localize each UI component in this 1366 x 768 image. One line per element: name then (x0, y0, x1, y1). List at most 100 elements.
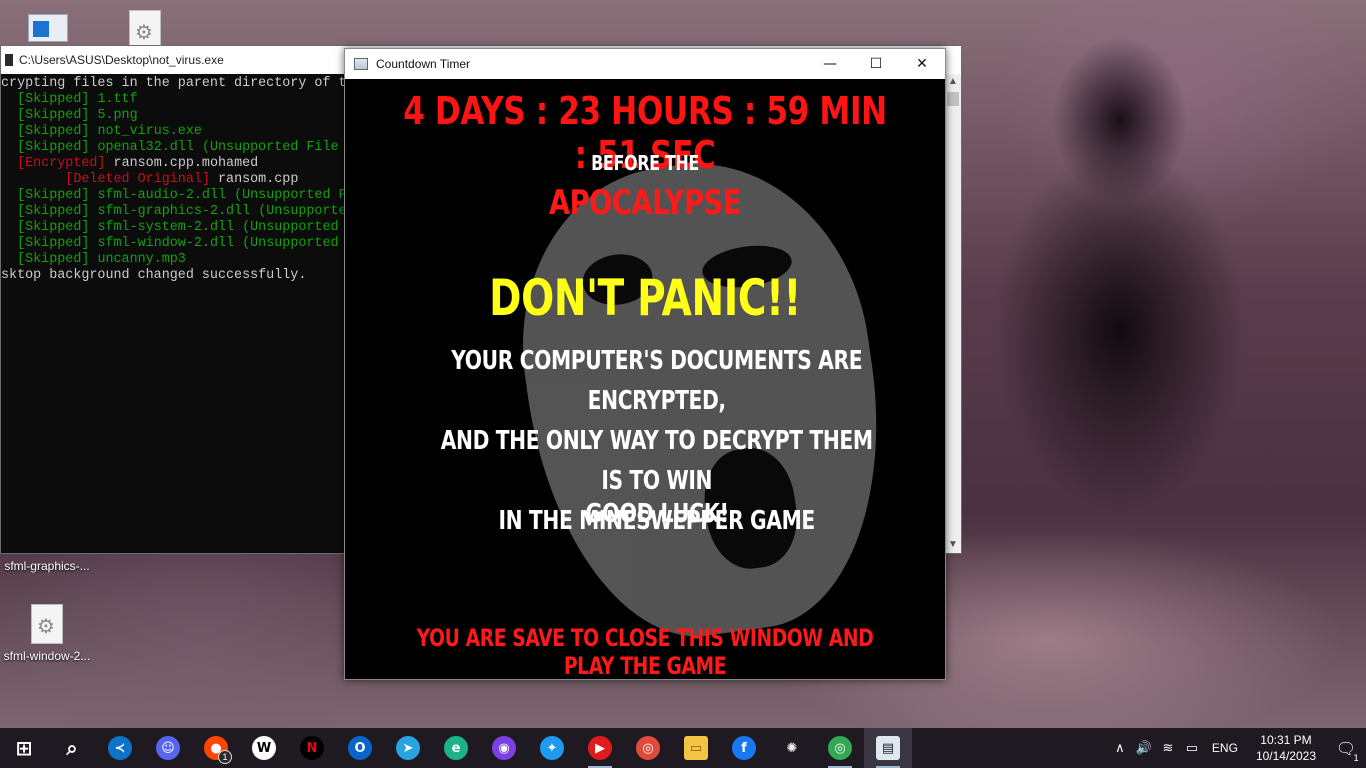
console-filename: sfml-window-2.dll (97, 236, 235, 251)
language-indicator[interactable]: ENG (1204, 741, 1246, 755)
good-luck-text: GOOD LUCK! (585, 499, 729, 529)
taskbar-button-telegram[interactable]: ➤ (384, 728, 432, 768)
battery-icon[interactable]: ▭ (1180, 741, 1204, 756)
countdown-title: Countdown Timer (376, 57, 471, 71)
discord-icon: ☺ (156, 736, 180, 760)
outlook-icon: O (348, 736, 372, 760)
ransom-message-line: AND THE ONLY WAY TO DECRYPT THEM IS TO W… (440, 426, 873, 496)
chrome-profile-icon: ◎ (828, 736, 852, 760)
console-status-tag: [Skipped] (17, 236, 90, 251)
desktop-icon-dll-top[interactable] (95, 10, 195, 50)
notification-badge: 1 (218, 750, 232, 764)
console-status-tag: [Skipped] (17, 204, 90, 219)
console-filename: sktop background changed successfully. (1, 268, 307, 283)
chatgpt-icon: ✺ (786, 740, 798, 756)
minimize-button[interactable]: — (807, 49, 853, 79)
before-the-text: BEFORE THE (591, 151, 699, 175)
console-status-tag: [Encrypted] (17, 156, 106, 171)
clock[interactable]: 10:31 PM 10/14/2023 (1246, 732, 1326, 764)
scrollbar-thumb[interactable] (947, 92, 959, 106)
dont-panic-heading: DON'T PANIC!! (489, 269, 801, 327)
countdown-timer-icon: ▤ (876, 736, 900, 760)
taskbar-button-countdown-timer[interactable]: ▤ (864, 728, 912, 768)
scroll-up-icon[interactable]: ▲ (945, 74, 961, 90)
desktop-icon-label: sfml-window-2... (3, 649, 91, 663)
taskbar-button-edge[interactable]: e (432, 728, 480, 768)
console-note: (Unsupporte (258, 204, 347, 219)
wiki-icon: W (252, 736, 276, 760)
maximize-button[interactable]: ☐ (853, 49, 899, 79)
taskbar-button-chatgpt[interactable]: ✺ (768, 728, 816, 768)
console-indent (1, 220, 17, 235)
taskbar-button-podcast[interactable]: ◉ (480, 728, 528, 768)
console-status-tag: [Skipped] (17, 140, 90, 155)
telegram-icon: ➤ (396, 736, 420, 760)
console-filename: 5.png (97, 108, 138, 123)
close-button[interactable]: ✕ (899, 49, 945, 79)
console-app-icon (5, 54, 13, 66)
taskbar-button-start[interactable]: ⊞ (0, 728, 48, 768)
taskbar-button-youtube[interactable]: ▶ (576, 728, 624, 768)
console-status-tag: [Skipped] (17, 188, 90, 203)
console-indent (1, 204, 17, 219)
console-note: (Unsupported (242, 236, 339, 251)
console-filename: openal32.dll (97, 140, 194, 155)
console-indent (1, 124, 17, 139)
twitter-icon: ✦ (540, 736, 564, 760)
volume-icon[interactable]: 🔊 (1132, 741, 1156, 756)
close-icon: ✕ (916, 56, 928, 72)
search-icon: ⌕ (66, 736, 78, 760)
console-indent (1, 92, 17, 107)
desktop-icon-sfml-window[interactable]: sfml-window-2... (0, 604, 97, 663)
taskbar-button-file-explorer[interactable]: ▭ (672, 728, 720, 768)
ransom-message-line: YOUR COMPUTER'S DOCUMENTS ARE ENCRYPTED, (451, 346, 863, 416)
console-filename: ransom.cpp (218, 172, 299, 187)
console-filename: 1.ttf (97, 92, 138, 107)
taskbar-button-wiki[interactable]: W (240, 728, 288, 768)
start-icon: ⊞ (15, 736, 33, 760)
console-indent (1, 252, 17, 267)
notification-center-button[interactable]: 🗨 1 (1326, 739, 1366, 764)
taskbar-button-netflix[interactable]: N (288, 728, 336, 768)
console-note: (Unsupported File (201, 140, 339, 155)
console-status-tag: [Skipped] (17, 108, 90, 123)
settings-file-icon (129, 10, 161, 50)
countdown-titlebar[interactable]: Countdown Timer — ☐ ✕ (345, 49, 945, 79)
console-indent (1, 156, 17, 171)
console-indent (1, 188, 17, 203)
settings-file-icon (31, 604, 63, 644)
notification-count: 1 (1353, 753, 1359, 764)
console-status-tag: [Skipped] (17, 252, 90, 267)
countdown-window[interactable]: Countdown Timer — ☐ ✕ 4 DAYS : 23 HOURS … (344, 48, 946, 680)
network-icon[interactable]: ≋ (1156, 741, 1180, 756)
taskbar-button-chrome[interactable]: ◎ (624, 728, 672, 768)
console-title: C:\Users\ASUS\Desktop\not_virus.exe (19, 53, 224, 67)
console-indent (1, 108, 17, 123)
console-indent (1, 172, 65, 187)
console-filename: sfml-system-2.dll (97, 220, 235, 235)
taskbar-button-facebook[interactable]: f (720, 728, 768, 768)
scroll-down-icon[interactable]: ▼ (945, 537, 961, 553)
console-scrollbar[interactable]: ▲ ▼ (945, 74, 961, 553)
taskbar-button-twitter[interactable]: ✦ (528, 728, 576, 768)
console-filename: ransom.cpp.mohamed (113, 156, 259, 171)
show-hidden-icons-chevron-icon[interactable]: ∧ (1108, 741, 1132, 756)
taskbar-button-vscode[interactable]: ≺ (96, 728, 144, 768)
taskbar-button-reddit[interactable]: ● 1 (192, 728, 240, 768)
console-filename: crypting files in the parent directory o… (1, 76, 347, 91)
taskbar-button-chrome-profile[interactable]: ◎ (816, 728, 864, 768)
maximize-icon: ☐ (869, 56, 883, 72)
console-status-tag: [Deleted Original] (65, 172, 210, 187)
console-filename: sfml-audio-2.dll (97, 188, 227, 203)
console-indent (1, 140, 17, 155)
vscode-icon: ≺ (108, 736, 132, 760)
countdown-content: 4 DAYS : 23 HOURS : 59 MIN : 51 SEC BEFO… (345, 79, 945, 679)
taskbar-button-search[interactable]: ⌕ (48, 728, 96, 768)
console-status-tag: [Skipped] (17, 220, 90, 235)
system-tray: ∧ 🔊 ≋ ▭ ENG 10:31 PM 10/14/2023 🗨 1 (1108, 728, 1366, 768)
desktop-icon-sfml-graphics[interactable]: sfml-graphics-... (0, 554, 97, 573)
desktop-icon-window-app[interactable] (26, 14, 70, 42)
taskbar-button-outlook[interactable]: O (336, 728, 384, 768)
console-status-tag: [Skipped] (17, 124, 90, 139)
taskbar-button-discord[interactable]: ☺ (144, 728, 192, 768)
